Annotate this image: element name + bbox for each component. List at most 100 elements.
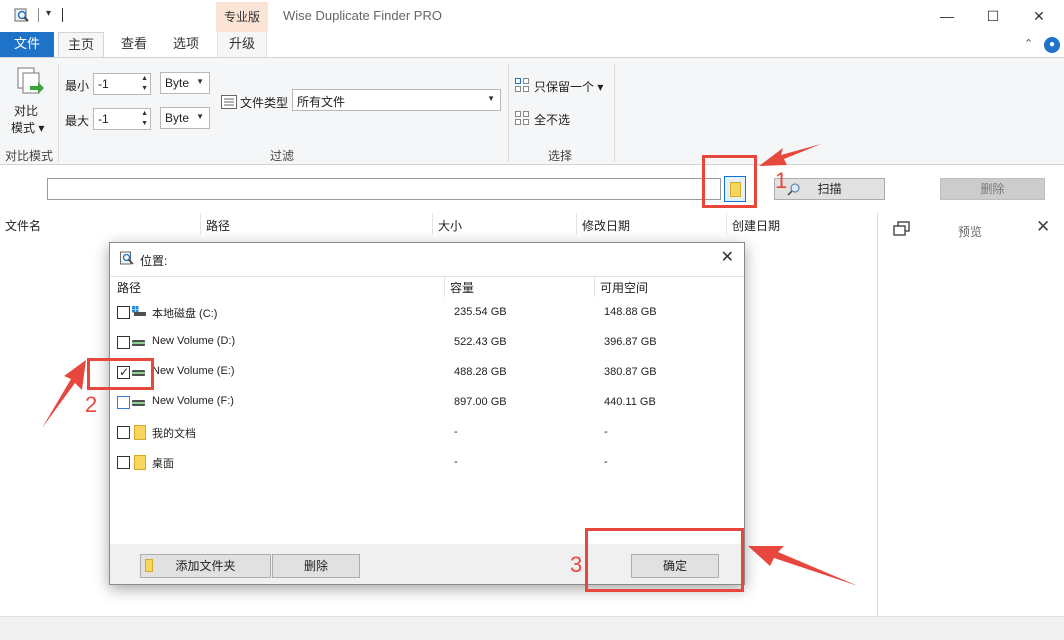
list-item[interactable]: 桌面 - - <box>110 447 744 477</box>
max-size-spinner[interactable]: -1 ▲ ▼ <box>93 108 151 130</box>
tab-options[interactable]: 选项 <box>164 32 208 57</box>
col-capacity[interactable]: 容量 <box>450 279 474 296</box>
drive-icon <box>132 400 145 406</box>
compare-mode-label-1[interactable]: 对比 <box>14 102 38 119</box>
col-filename[interactable]: 文件名 <box>5 217 41 234</box>
drive-capacity: 522.43 GB <box>454 336 507 348</box>
folder-checkbox[interactable] <box>117 456 130 469</box>
annotation-arrow-3 <box>748 546 858 586</box>
col-path[interactable]: 路径 <box>206 217 230 234</box>
drive-name: 本地磁盘 (C:) <box>152 308 218 320</box>
quick-access-divider <box>62 8 63 22</box>
annotation-box-2 <box>87 358 154 390</box>
col-free-space[interactable]: 可用空间 <box>600 279 648 296</box>
maximize-button[interactable]: ☐ <box>970 0 1016 32</box>
column-divider <box>200 213 201 235</box>
drive-name: New Volume (F:) <box>152 395 234 407</box>
min-size-spinner[interactable]: -1 ▲ ▼ <box>93 73 151 95</box>
drive-checkbox[interactable] <box>117 396 130 409</box>
add-folder-button[interactable]: 添加文件夹 <box>140 554 271 578</box>
scan-button-label: 扫描 <box>817 182 842 196</box>
file-type-icon <box>221 95 237 109</box>
dialog-magnifier-icon <box>120 251 134 265</box>
folder-checkbox[interactable] <box>117 426 130 439</box>
drive-free-space: 396.87 GB <box>604 336 657 348</box>
tab-file[interactable]: 文件 <box>0 32 54 57</box>
folder-icon <box>134 455 146 470</box>
tab-upgrade[interactable]: 升级 <box>217 32 267 57</box>
folder-capacity: - <box>454 426 458 438</box>
file-type-label: 文件类型 <box>240 96 289 110</box>
min-size-label: 最小 <box>65 79 90 93</box>
column-divider <box>444 277 445 297</box>
drive-name: New Volume (D:) <box>152 335 236 347</box>
group-separator <box>58 64 59 162</box>
scan-button[interactable]: 扫描 <box>774 178 885 200</box>
compare-mode-group-label: 对比模式 <box>5 149 54 163</box>
keep-one-icon <box>515 78 529 92</box>
compare-mode-label-2[interactable]: 模式 ▾ <box>11 119 44 136</box>
col-modified[interactable]: 修改日期 <box>582 217 630 234</box>
drive-name: New Volume (E:) <box>152 365 235 377</box>
file-type-select[interactable]: 所有文件 ▼ <box>292 89 501 111</box>
drive-capacity: 488.28 GB <box>454 366 507 378</box>
select-none-button[interactable]: 全不选 <box>534 111 570 128</box>
col-size[interactable]: 大小 <box>438 217 462 234</box>
quick-access-dropdown-icon[interactable]: ▾ <box>46 8 51 19</box>
folder-free-space: - <box>604 426 608 438</box>
min-unit-select[interactable]: Byte ▼ <box>160 72 210 94</box>
ribbon: 对比 模式 ▾ 对比模式 最小 -1 ▲ ▼ Byte ▼ 最大 -1 ▲ ▼ By… <box>0 57 1064 165</box>
preview-pane: 预览 ✕ <box>877 213 1064 616</box>
folder-capacity: - <box>454 456 458 468</box>
delete-button[interactable]: 删除 <box>940 178 1045 200</box>
list-item[interactable]: New Volume (F:) 897.00 GB 440.11 GB <box>110 387 744 417</box>
close-preview-icon[interactable]: ✕ <box>1036 217 1050 237</box>
preview-label: 预览 <box>958 225 983 239</box>
title-bar: ▾ 专业版 Wise Duplicate Finder PRO — ☐ ✕ <box>0 0 1064 32</box>
annotation-step-3: 3 <box>570 552 583 577</box>
max-unit-select[interactable]: Byte ▼ <box>160 107 210 129</box>
folder-icon <box>145 559 153 572</box>
column-divider <box>594 277 595 297</box>
location-list: 路径 容量 可用空间 本地磁盘 (C:) 235.54 GB 148.88 GB… <box>110 276 744 544</box>
folder-name: 我的文档 <box>152 428 196 440</box>
drive-checkbox[interactable] <box>117 306 130 319</box>
list-item[interactable]: New Volume (E:) 488.28 GB 380.87 GB <box>110 357 744 387</box>
status-bar <box>0 616 1064 640</box>
col-location-path[interactable]: 路径 <box>117 279 141 296</box>
col-created[interactable]: 创建日期 <box>732 217 780 234</box>
windows-drive-icon <box>132 306 146 316</box>
window-title: Wise Duplicate Finder PRO <box>283 8 442 23</box>
folder-icon <box>134 425 146 440</box>
tab-home[interactable]: 主页 <box>58 32 104 58</box>
search-icon <box>787 183 800 196</box>
column-divider <box>432 213 433 235</box>
keep-one-button[interactable]: 只保留一个 ▾ <box>534 78 603 95</box>
collapse-ribbon-icon[interactable]: ⌃ <box>1024 37 1033 50</box>
drive-free-space: 148.88 GB <box>604 306 657 318</box>
list-item[interactable]: New Volume (D:) 522.43 GB 396.87 GB <box>110 327 744 357</box>
drive-capacity: 235.54 GB <box>454 306 507 318</box>
scan-path-input[interactable] <box>47 178 721 200</box>
drive-free-space: 440.11 GB <box>604 396 656 408</box>
results-header: 文件名 路径 大小 修改日期 创建日期 <box>0 213 877 235</box>
filter-group-label: 过滤 <box>270 149 295 163</box>
select-none-icon <box>515 111 529 125</box>
compare-mode-icon <box>17 67 44 94</box>
group-separator <box>614 64 615 162</box>
app-magnifier-icon[interactable] <box>14 7 30 23</box>
add-folder-label: 添加文件夹 <box>175 559 236 573</box>
close-window-button[interactable]: ✕ <box>1016 0 1062 32</box>
list-item[interactable]: 我的文档 - - <box>110 417 744 447</box>
group-separator <box>508 64 509 162</box>
drive-checkbox[interactable] <box>117 336 130 349</box>
tab-view[interactable]: 查看 <box>112 32 156 57</box>
detach-preview-icon[interactable] <box>893 221 911 237</box>
minimize-button[interactable]: — <box>924 0 970 32</box>
remove-location-button[interactable]: 删除 <box>272 554 360 578</box>
annotation-arrow-2 <box>42 360 86 428</box>
list-item[interactable]: 本地磁盘 (C:) 235.54 GB 148.88 GB <box>110 297 744 327</box>
account-icon[interactable]: ● <box>1044 37 1060 53</box>
dialog-close-icon[interactable]: ✕ <box>721 247 734 267</box>
pro-edition-badge: 专业版 <box>216 2 268 32</box>
